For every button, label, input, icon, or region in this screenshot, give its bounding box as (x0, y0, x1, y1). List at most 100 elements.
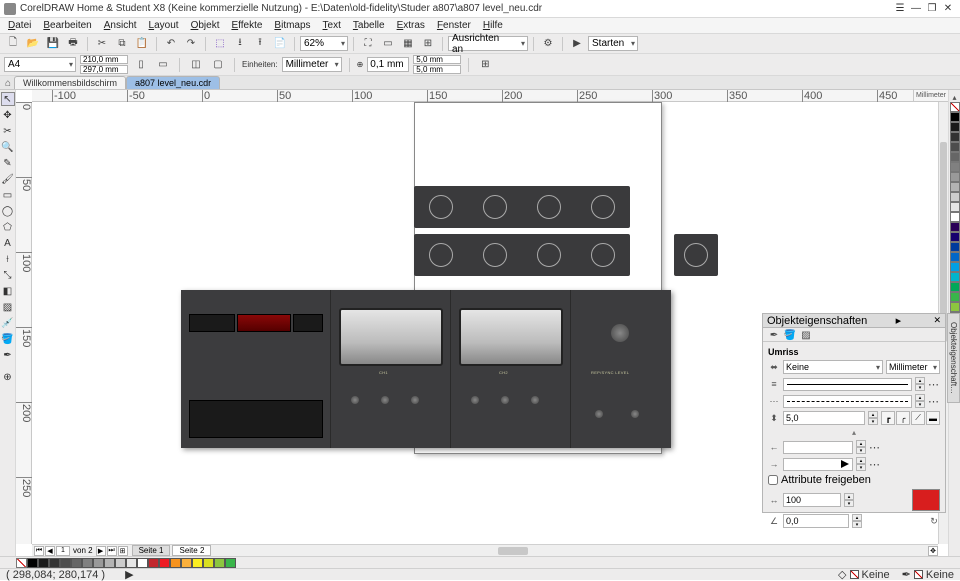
freehand-tool[interactable]: ✎ (1, 156, 15, 170)
text-tool[interactable]: A (1, 236, 15, 250)
publish-button[interactable]: 📄 (271, 36, 289, 52)
zoom-tool[interactable]: 🔍 (1, 140, 15, 154)
docker-expand-icon[interactable]: ▸ (896, 314, 902, 327)
fullscreen-button[interactable]: ⛶ (359, 36, 377, 52)
options-button[interactable]: ⚙ (539, 36, 557, 52)
doc-swatch[interactable] (115, 558, 126, 568)
artwork-control-panel[interactable]: CH1 CH2 REP/SYNC LEVEL (181, 290, 671, 448)
doc-swatch[interactable] (203, 558, 214, 568)
swatch[interactable] (950, 252, 960, 262)
navigator-button[interactable]: ✥ (928, 546, 938, 556)
docker-close-button[interactable]: ✕ (933, 315, 941, 326)
launch-dropdown[interactable]: Starten (588, 36, 638, 51)
swatch[interactable] (950, 282, 960, 292)
doc-swatch[interactable] (82, 558, 93, 568)
all-pages-button[interactable]: ◫ (187, 57, 205, 73)
doc-swatch[interactable] (71, 558, 82, 568)
grid-button[interactable]: ▦ (399, 36, 417, 52)
palette-scroll-up[interactable]: ▴ (952, 92, 956, 102)
swatch[interactable] (950, 212, 960, 222)
fill-tool[interactable]: 🪣 (1, 332, 15, 346)
menu-effekte[interactable]: Effekte (225, 20, 268, 31)
portrait-button[interactable]: ▯ (132, 57, 150, 73)
help-menu-icon[interactable]: ☰ (892, 2, 908, 16)
status-fill-indicator[interactable]: ◇Keine (838, 568, 890, 581)
outline-tool[interactable]: ✒ (1, 348, 15, 362)
prev-page-button[interactable]: ◀ (45, 546, 55, 556)
doc-swatch[interactable] (159, 558, 170, 568)
units-dropdown[interactable]: Millimeter (282, 57, 342, 72)
swatch-nofill[interactable] (950, 102, 960, 112)
search-button[interactable]: ⬚ (211, 36, 229, 52)
end-arrow-more[interactable]: ⋯ (869, 458, 881, 471)
share-attributes-checkbox[interactable]: Attribute freigeben (768, 474, 940, 486)
menu-fenster[interactable]: Fenster (431, 20, 477, 31)
next-page-button[interactable]: ▶ (96, 546, 106, 556)
menu-bearbeiten[interactable]: Bearbeiten (37, 20, 97, 31)
artistic-media-tool[interactable]: 🖌 (1, 172, 15, 186)
undo-button[interactable]: ↶ (162, 36, 180, 52)
outline-units-dropdown[interactable]: Millimeter (886, 360, 940, 374)
print-button[interactable]: 🖶 (64, 36, 82, 52)
tab-document[interactable]: a807 level_neu.cdr (126, 76, 220, 89)
menu-extras[interactable]: Extras (391, 20, 431, 31)
swatch[interactable] (950, 222, 960, 232)
doc-swatch[interactable] (214, 558, 225, 568)
doc-swatch[interactable] (104, 558, 115, 568)
reset-icon[interactable]: ↻ (928, 515, 940, 527)
dup-x-field[interactable]: 5,0 mm (413, 55, 461, 64)
doc-swatch[interactable] (148, 558, 159, 568)
doc-swatch[interactable] (126, 558, 137, 568)
scrollbar-h-thumb[interactable] (498, 547, 528, 555)
launch-icon[interactable]: ▶ (568, 36, 586, 52)
swatch[interactable] (950, 182, 960, 192)
swatch[interactable] (950, 232, 960, 242)
current-page-button[interactable]: ▢ (209, 57, 227, 73)
page-height-field[interactable]: 297,0 mm (80, 65, 128, 74)
swatch[interactable] (950, 272, 960, 282)
docker-tab-fill[interactable]: 🪣 (783, 329, 797, 341)
swatch[interactable] (950, 172, 960, 182)
menu-datei[interactable]: Datei (2, 20, 37, 31)
home-icon[interactable]: ⌂ (2, 77, 14, 89)
dup-y-field[interactable]: 5,0 mm (413, 65, 461, 74)
swatch[interactable] (950, 262, 960, 272)
swatch[interactable] (950, 242, 960, 252)
docker-side-tab[interactable]: Objekteigenschaft… (947, 313, 960, 403)
add-page-button[interactable]: ⊞ (118, 546, 128, 556)
menu-layout[interactable]: Layout (143, 20, 185, 31)
page-preset-dropdown[interactable]: A4 (4, 57, 76, 72)
quick-custom-button[interactable]: ⊕ (1, 370, 15, 384)
export-button[interactable]: ⭱ (251, 36, 269, 52)
start-arrow-dropdown[interactable] (783, 441, 853, 454)
first-page-button[interactable]: ⏮ (34, 546, 44, 556)
swatch[interactable] (950, 292, 960, 302)
page-tab-2[interactable]: Seite 2 (172, 545, 211, 556)
save-button[interactable]: 💾 (44, 36, 62, 52)
stretch-field[interactable]: 100 (783, 493, 841, 507)
docker-tab-outline[interactable]: ✒ (767, 329, 781, 341)
cap-flat-button[interactable]: ▬ (926, 411, 940, 425)
ruler-vertical[interactable]: 050100150200250 (16, 102, 32, 544)
copy-button[interactable]: ⧉ (113, 36, 131, 52)
swatch[interactable] (950, 152, 960, 162)
swatch[interactable] (950, 132, 960, 142)
dash-style-dropdown[interactable] (783, 395, 912, 408)
status-outline-indicator[interactable]: ✒Keine (902, 568, 954, 581)
doc-swatch[interactable] (38, 558, 49, 568)
swatch[interactable] (950, 142, 960, 152)
menu-tabelle[interactable]: Tabelle (347, 20, 391, 31)
docker-tab-transparency[interactable]: ▨ (799, 329, 813, 341)
docker-expand-toggle[interactable]: ▴ (768, 428, 940, 437)
page-width-field[interactable]: 210,0 mm (80, 55, 128, 64)
parallel-dim-tool[interactable]: ⟊ (1, 252, 15, 266)
menu-ansicht[interactable]: Ansicht (98, 20, 143, 31)
doc-swatch[interactable] (27, 558, 38, 568)
start-arrow-more[interactable]: ⋯ (869, 441, 881, 454)
outline-color-swatch[interactable] (912, 489, 940, 511)
swatch[interactable] (950, 162, 960, 172)
transparency-tool[interactable]: ▨ (1, 300, 15, 314)
doc-swatch-nofill[interactable] (16, 558, 27, 568)
page-tab-1[interactable]: Seite 1 (132, 545, 171, 556)
new-button[interactable]: 🗋 (4, 36, 22, 52)
